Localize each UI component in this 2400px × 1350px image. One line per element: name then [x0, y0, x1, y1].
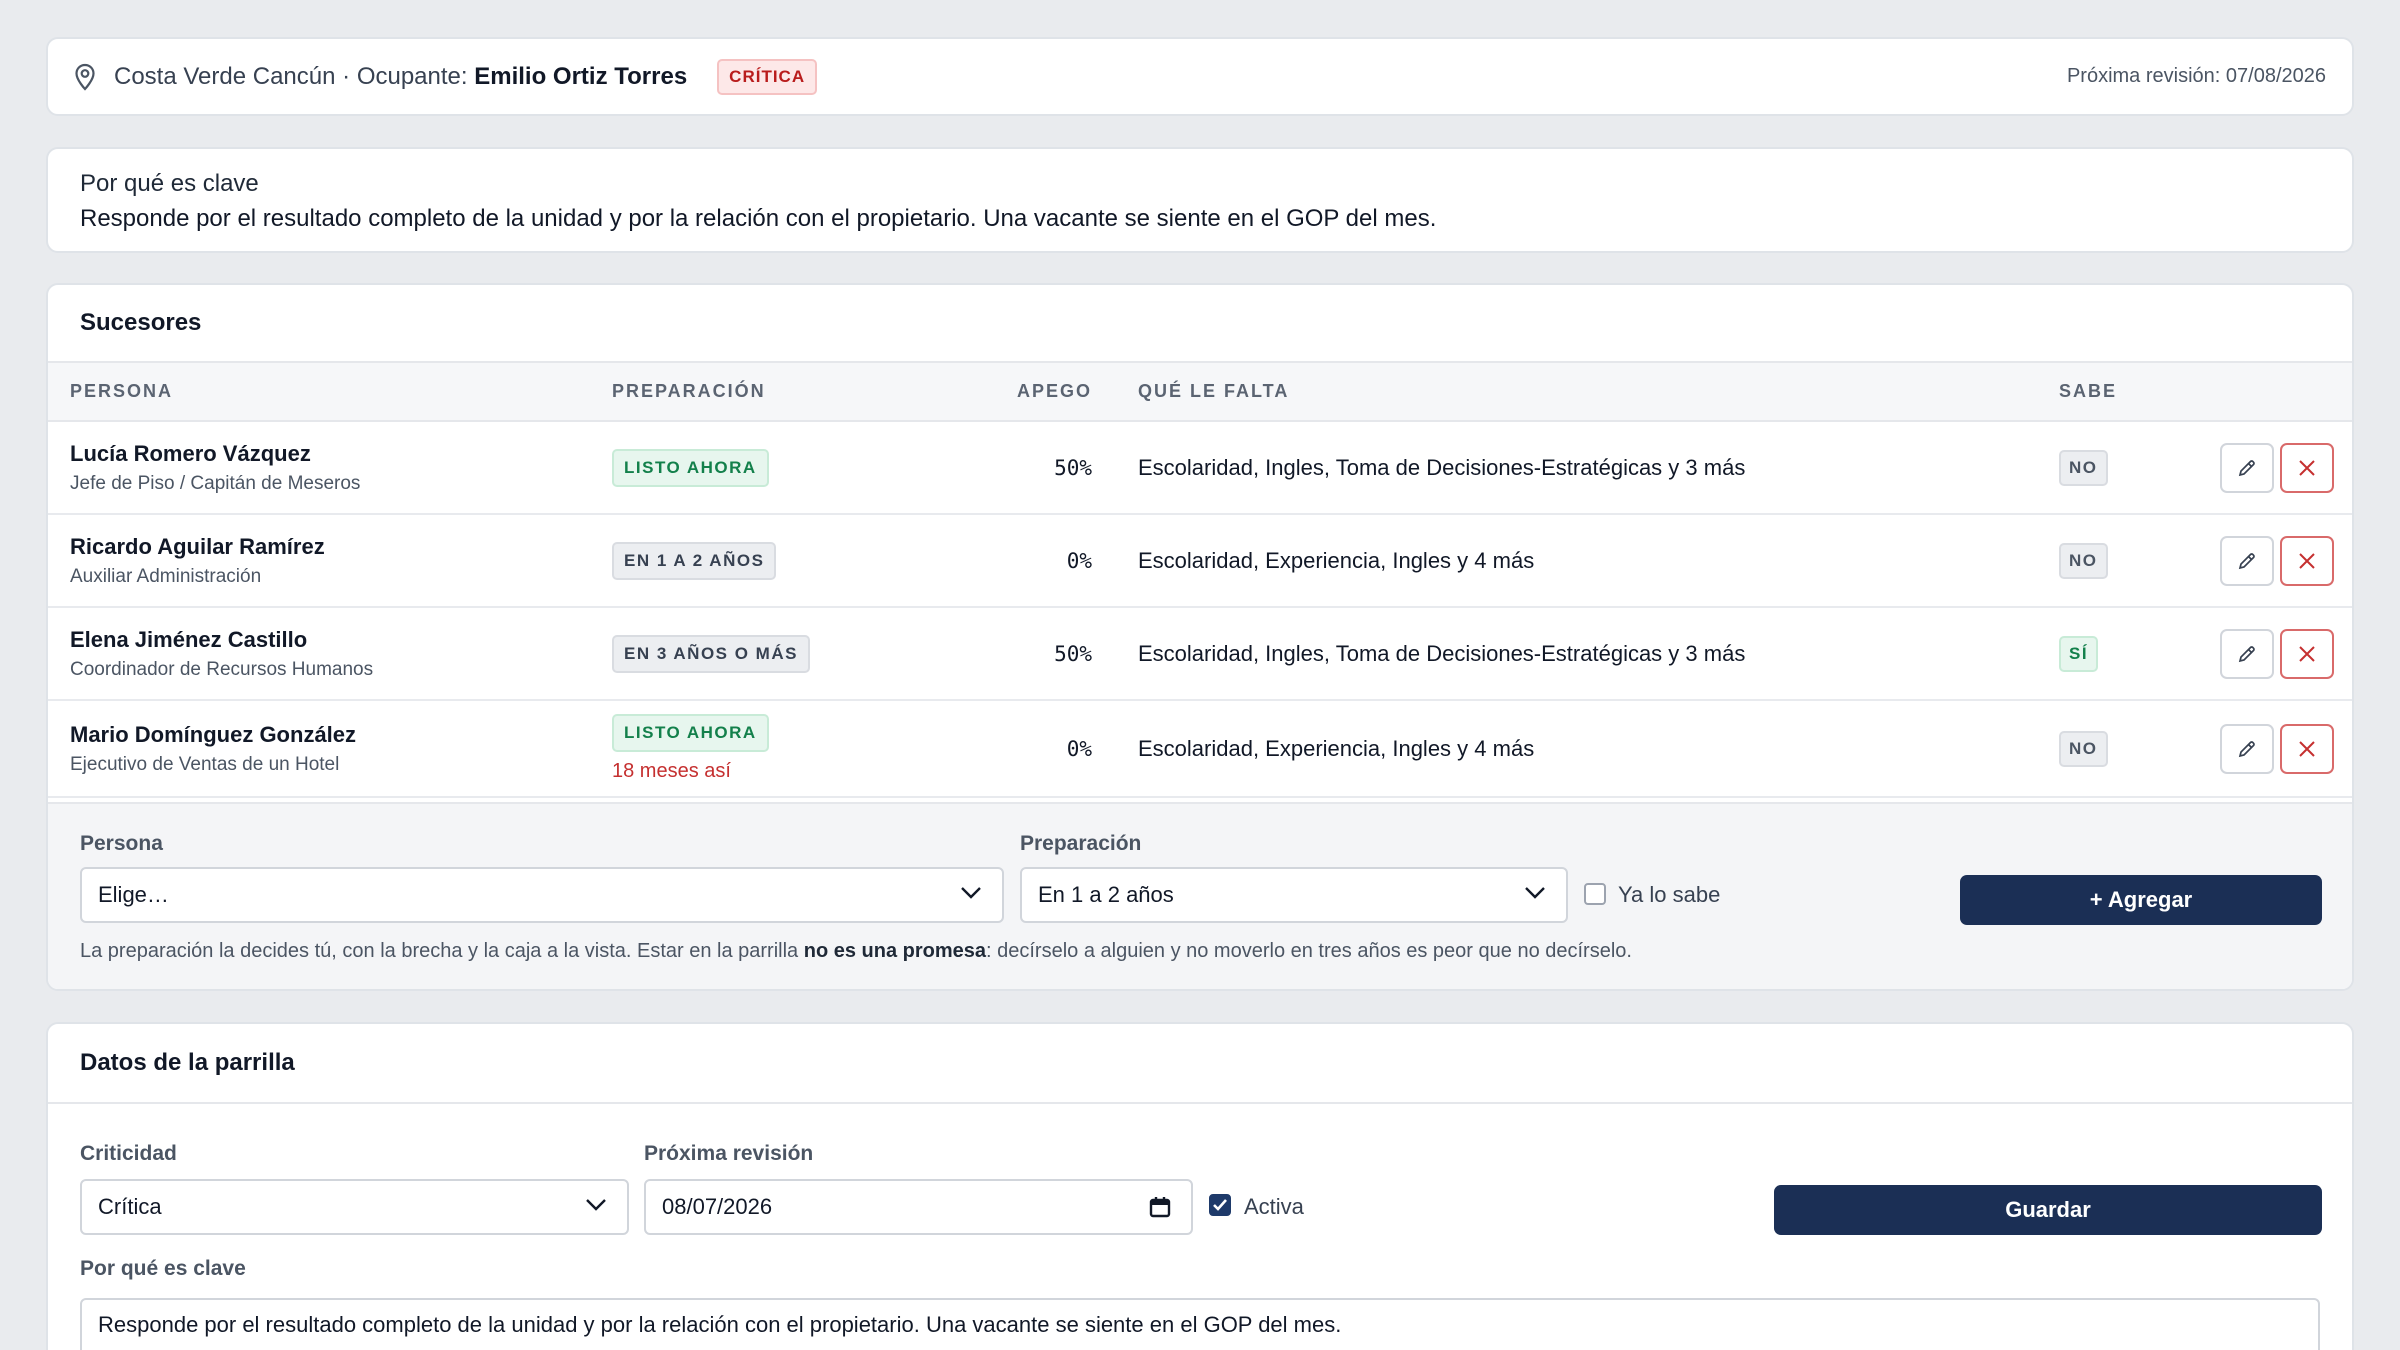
- col-que-le-falta: QUÉ LE FALTA: [1138, 363, 2059, 422]
- apego-value: 50%: [992, 607, 1138, 701]
- pencil-icon: [2238, 552, 2255, 569]
- table-row: Elena Jiménez Castillo Coordinador de Rec…: [48, 607, 2352, 701]
- chevron-down-icon: [961, 887, 981, 899]
- prep-badge: EN 3 AÑOS O MÁS: [612, 634, 810, 673]
- successors-table: PERSONA PREPARACIÓN APEGO QUÉ LE FALTA S…: [48, 363, 2352, 798]
- grid-data-card: Datos de la parrilla Criticidad Crítica …: [46, 1022, 2354, 1350]
- table-row: Ricardo Aguilar Ramírez Auxiliar Administ…: [48, 514, 2352, 608]
- pencil-icon: [2238, 645, 2255, 662]
- criticality-badge: CRÍTICA: [717, 58, 818, 95]
- successor-role: Jefe de Piso / Capitán de Meseros: [70, 472, 361, 494]
- prep-note: La preparación la decides tú, con la bre…: [80, 940, 1632, 963]
- why-key-textarea[interactable]: Responde por el resultado completo de la…: [80, 1298, 2320, 1350]
- note-text-b: : decírselo a alguien y no moverlo en tr…: [986, 940, 1632, 962]
- col-sabe: SABE: [2059, 363, 2169, 422]
- knows-label: Ya lo sabe: [1618, 882, 1721, 907]
- save-button[interactable]: Guardar: [1774, 1185, 2322, 1235]
- close-icon: [2299, 552, 2315, 569]
- why-text: Responde por el resultado completo de la…: [80, 205, 1437, 232]
- close-icon: [2299, 645, 2315, 662]
- missing-skills: Escolaridad, Ingles, Toma de Decisiones-…: [1138, 607, 2059, 701]
- pencil-icon: [2238, 459, 2255, 476]
- apego-value: 0%: [992, 514, 1138, 608]
- missing-skills: Escolaridad, Experiencia, Ingles y 4 más: [1138, 514, 2059, 608]
- why-key-label: Por qué es clave: [80, 1257, 246, 1280]
- next-review-date-input[interactable]: 08/07/2026: [644, 1179, 1193, 1235]
- successor-name: Elena Jiménez Castillo: [70, 626, 308, 652]
- delete-button[interactable]: [2280, 442, 2334, 493]
- active-label: Activa: [1244, 1194, 1304, 1219]
- table-header-row: PERSONA PREPARACIÓN APEGO QUÉ LE FALTA S…: [48, 363, 2352, 422]
- persona-label: Persona: [80, 832, 163, 855]
- occupant-prefix: · Ocupante:: [335, 62, 475, 90]
- grid-data-title: Datos de la parrilla: [48, 1024, 2352, 1104]
- stale-warning: 18 meses así: [612, 760, 731, 782]
- prep-badge: LISTO AHORA: [612, 714, 769, 752]
- add-button[interactable]: + Agregar: [1960, 875, 2322, 925]
- persona-select-value: Elige…: [98, 882, 169, 907]
- successor-role: Auxiliar Administración: [70, 565, 262, 587]
- prep-select[interactable]: En 1 a 2 años: [1020, 867, 1568, 923]
- prep-select-value: En 1 a 2 años: [1038, 882, 1174, 907]
- add-successor-form: Persona Elige… Preparación En 1 a 2 años…: [48, 802, 2352, 989]
- next-review-date-value: 08/07/2026: [662, 1194, 773, 1219]
- knows-badge: SÍ: [2059, 635, 2099, 672]
- location-pin-icon: [74, 62, 100, 92]
- persona-select[interactable]: Elige…: [80, 867, 1004, 923]
- successor-name: Mario Domínguez González: [70, 721, 357, 747]
- criticality-select[interactable]: Crítica: [80, 1179, 629, 1235]
- note-text-bold: no es una promesa: [803, 940, 987, 962]
- apego-value: 0%: [992, 700, 1138, 798]
- successor-name: Ricardo Aguilar Ramírez: [70, 533, 325, 559]
- note-text-a: La preparación la decides tú, con la bre…: [80, 940, 804, 962]
- chevron-down-icon: [586, 1199, 606, 1211]
- check-icon: [1213, 1199, 1227, 1211]
- position-header: Costa Verde Cancún · Ocupante: Emilio Or…: [46, 37, 2354, 116]
- calendar-icon: [1149, 1197, 1171, 1218]
- close-icon: [2299, 740, 2315, 757]
- criticality-select-value: Crítica: [98, 1194, 162, 1219]
- successors-title: Sucesores: [48, 285, 2352, 363]
- why-title: Por qué es clave: [80, 170, 259, 197]
- why-key-card: Por qué es clave Responde por el resulta…: [46, 147, 2354, 253]
- missing-skills: Escolaridad, Ingles, Toma de Decisiones-…: [1138, 421, 2059, 515]
- table-row: Lucía Romero Vázquez Jefe de Piso / Capit…: [48, 421, 2352, 515]
- col-apego: APEGO: [992, 363, 1138, 422]
- edit-button[interactable]: [2220, 442, 2274, 493]
- apego-value: 50%: [992, 421, 1138, 515]
- knows-checkbox[interactable]: [1584, 883, 1606, 905]
- col-preparacion: PREPARACIÓN: [612, 363, 992, 422]
- successor-name: Lucía Romero Vázquez: [70, 440, 311, 466]
- occupant-name: Emilio Ortiz Torres: [474, 62, 688, 90]
- col-persona: PERSONA: [48, 363, 612, 422]
- next-review-text: Próxima revisión: 07/08/2026: [2066, 65, 2326, 87]
- table-row: Mario Domínguez González Ejecutivo de Ven…: [48, 700, 2352, 798]
- criticality-label: Criticidad: [80, 1142, 177, 1165]
- successors-card: Sucesores PERSONA PREPARACIÓN APEGO QUÉ …: [46, 283, 2354, 991]
- successor-role: Ejecutivo de Ventas de un Hotel: [70, 753, 340, 775]
- delete-button[interactable]: [2280, 628, 2334, 679]
- missing-skills: Escolaridad, Experiencia, Ingles y 4 más: [1138, 700, 2059, 798]
- location-name: Costa Verde Cancún: [114, 62, 336, 90]
- col-actions: [2169, 363, 2352, 422]
- edit-button[interactable]: [2220, 535, 2274, 586]
- successor-role: Coordinador de Recursos Humanos: [70, 658, 374, 680]
- edit-button[interactable]: [2220, 628, 2274, 679]
- prep-badge: LISTO AHORA: [612, 448, 769, 487]
- prep-badge: EN 1 A 2 AÑOS: [612, 541, 777, 580]
- next-review-label: Próxima revisión: [644, 1142, 814, 1165]
- pencil-icon: [2238, 740, 2255, 757]
- chevron-down-icon: [1525, 887, 1545, 899]
- active-checkbox[interactable]: [1209, 1194, 1231, 1216]
- knows-badge: NO: [2059, 542, 2108, 579]
- prep-label: Preparación: [1020, 832, 1142, 855]
- knows-badge: NO: [2059, 449, 2108, 486]
- delete-button[interactable]: [2280, 723, 2334, 774]
- edit-button[interactable]: [2220, 723, 2274, 774]
- delete-button[interactable]: [2280, 535, 2334, 586]
- close-icon: [2299, 459, 2315, 476]
- location-occupant: Costa Verde Cancún · Ocupante: Emilio Or…: [114, 63, 687, 91]
- knows-badge: NO: [2059, 730, 2108, 767]
